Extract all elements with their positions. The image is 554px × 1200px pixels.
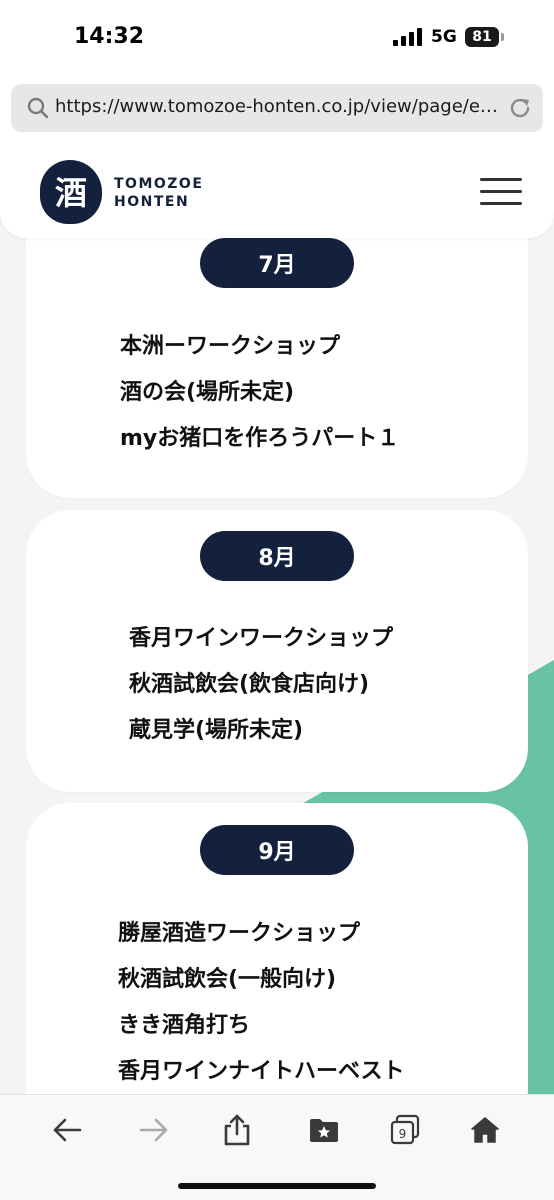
- event-item[interactable]: 香月ワインナイトハーベスト: [118, 1049, 404, 1095]
- signal-bars-icon: [393, 28, 422, 46]
- browser-toolbar: 9: [0, 1094, 554, 1200]
- forward-arrow-icon: [139, 1118, 168, 1142]
- month-label: 9月: [200, 825, 354, 875]
- battery-level: 81: [472, 29, 492, 45]
- url-text[interactable]: https://www.tomozoe-honten.co.jp/view/pa…: [55, 96, 499, 117]
- sake-logo-icon: 酒: [55, 174, 87, 212]
- event-item[interactable]: きき酒角打ち: [118, 1003, 404, 1049]
- home-button[interactable]: [468, 1113, 502, 1147]
- tabs-count: 9: [399, 1127, 407, 1141]
- month-label: 7月: [200, 238, 354, 288]
- logo-mark-char: 酒: [55, 174, 87, 212]
- menu-line: [480, 178, 522, 181]
- month-card-august: 8月 香月ワインワークショップ 秋酒試飲会(飲食店向け) 蔵見学(場所未定): [26, 510, 528, 792]
- home-icon: [471, 1117, 499, 1143]
- event-item[interactable]: 秋酒試飲会(一般向け): [118, 957, 404, 1003]
- network-type: 5G: [431, 27, 457, 47]
- share-icon: [224, 1114, 250, 1146]
- event-item[interactable]: 勝屋酒造ワークショップ: [118, 911, 404, 957]
- month-label: 8月: [200, 531, 354, 581]
- month-card-september: 9月 勝屋酒造ワークショップ 秋酒試飲会(一般向け) きき酒角打ち 香月ワインナ…: [26, 803, 528, 1133]
- logo-line-2: HONTEN: [114, 194, 190, 210]
- hamburger-menu-icon[interactable]: [480, 178, 522, 208]
- home-indicator[interactable]: [178, 1183, 376, 1189]
- logo-text[interactable]: TOMOZOE HONTEN: [114, 175, 203, 211]
- status-time: 14:32: [74, 24, 145, 49]
- browser-address-area: https://www.tomozoe-honten.co.jp/view/pa…: [0, 76, 554, 146]
- event-list: 香月ワインワークショップ 秋酒試飲会(飲食店向け) 蔵見学(場所未定): [129, 616, 393, 754]
- event-list: 本洲ーワークショップ 酒の会(場所未定) myお猪口を作ろうパート１: [120, 324, 399, 462]
- event-item[interactable]: 香月ワインワークショップ: [129, 616, 393, 662]
- status-bar: 14:32 5G 81: [0, 0, 554, 76]
- event-item[interactable]: 酒の会(場所未定): [120, 370, 399, 416]
- event-item[interactable]: myお猪口を作ろうパート１: [120, 416, 399, 462]
- logo-mark[interactable]: 酒: [40, 160, 102, 224]
- event-item[interactable]: 秋酒試飲会(飲食店向け): [129, 662, 393, 708]
- back-button[interactable]: [50, 1113, 84, 1147]
- back-arrow-icon: [53, 1118, 82, 1142]
- share-button[interactable]: [220, 1113, 254, 1147]
- site-header: 酒 TOMOZOE HONTEN: [0, 146, 554, 238]
- search-icon: [27, 97, 49, 119]
- logo-line-1: TOMOZOE: [114, 176, 204, 192]
- forward-button[interactable]: [137, 1113, 171, 1147]
- battery-tip: [501, 33, 504, 41]
- menu-line: [480, 190, 522, 193]
- event-item[interactable]: 蔵見学(場所未定): [129, 708, 393, 754]
- event-list: 勝屋酒造ワークショップ 秋酒試飲会(一般向け) きき酒角打ち 香月ワインナイトハ…: [118, 911, 404, 1095]
- tabs-button[interactable]: 9: [388, 1113, 422, 1147]
- address-bar[interactable]: https://www.tomozoe-honten.co.jp/view/pa…: [11, 84, 543, 132]
- reload-icon[interactable]: [507, 95, 533, 121]
- menu-line: [480, 202, 522, 205]
- tabs-icon: 9: [390, 1114, 420, 1145]
- bookmarks-button[interactable]: [307, 1113, 341, 1147]
- event-item[interactable]: 本洲ーワークショップ: [120, 324, 399, 370]
- bookmarks-icon: [310, 1119, 338, 1142]
- battery-icon: 81: [465, 27, 499, 47]
